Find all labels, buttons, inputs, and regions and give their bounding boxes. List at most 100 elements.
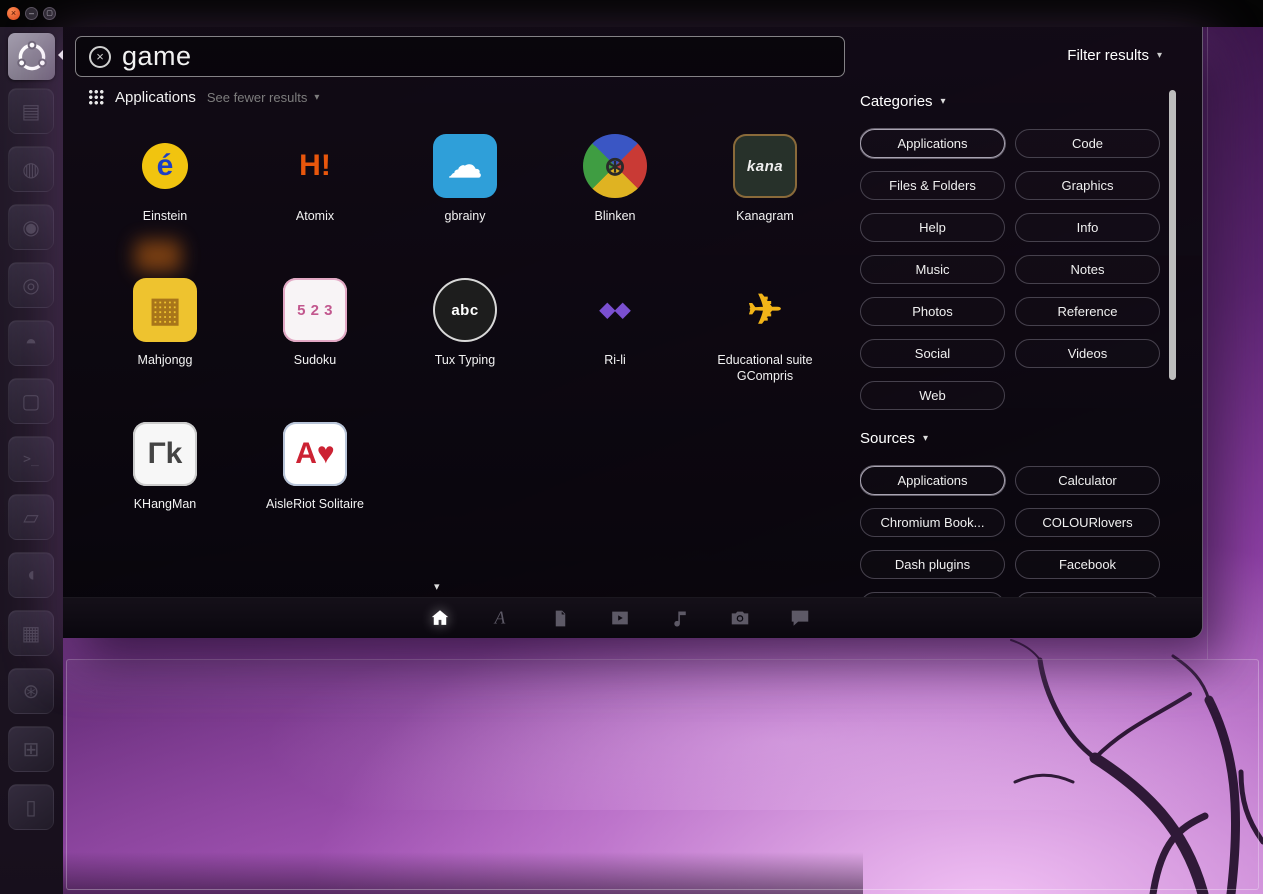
app-label: Einstein [142,209,188,223]
media-player-icon: ◉ [22,216,40,239]
app-label: Tux Typing [434,353,496,367]
launcher-item-voice-chat[interactable]: ◓ [8,320,54,366]
lens-applications[interactable]: A [487,605,513,631]
launcher-items: ▤ ◍ ◉ ◎ ◓ ▢ >_ ▱ ◖ ▦ ⊛ ⊞ ▯ [0,27,63,894]
launcher-item-terminal[interactable]: >_ [8,436,54,482]
categories-header[interactable]: Categories ▾ [860,93,946,110]
category-button-reference[interactable]: Reference [1015,297,1160,326]
search-bar[interactable]: × game [75,36,845,77]
games-icon: ▢ [21,390,41,413]
videos-lens-icon [612,611,628,625]
category-button-help[interactable]: Help [860,213,1005,242]
background-window [66,659,1259,890]
source-button-colourlovers[interactable]: COLOURlovers [1015,508,1160,537]
app-label: Mahjongg [137,353,193,367]
scrollbar[interactable] [1169,90,1176,380]
category-button-videos[interactable]: Videos [1015,339,1160,368]
app-einstein[interactable]: é Einstein [90,122,240,266]
launcher-item-text-editor[interactable]: ▱ [8,494,54,540]
app-khangman[interactable]: Γk KHangMan [90,410,240,554]
launcher-item-music-player[interactable]: ◎ [8,262,54,308]
app-mahjongg[interactable]: ▦ Mahjongg [90,266,240,410]
category-button-graphics[interactable]: Graphics [1015,171,1160,200]
source-button-facebook[interactable]: Facebook [1015,550,1160,579]
text-editor-icon: ▱ [23,506,39,529]
results-section-header: Applications See fewer results ▾ [88,87,319,107]
photos-lens-icon [731,611,749,625]
app-khangman-icon: Γk [133,422,197,486]
music-player-icon: ◎ [22,274,40,297]
home-icon [431,610,449,625]
category-button-files-folders[interactable]: Files & Folders [860,171,1005,200]
applications-lens-icon: A [494,608,506,628]
app-label: Atomix [295,209,335,223]
see-fewer-results-toggle[interactable]: See fewer results ▾ [207,90,319,105]
app-label: gbrainy [444,209,486,223]
social-lens-icon [791,610,809,626]
category-button-code[interactable]: Code [1015,129,1160,158]
app-educational-suite-gcompris[interactable]: ✈ Educational suite GCompris [690,266,840,410]
system-settings-icon: ⊛ [22,680,40,703]
clear-search-icon[interactable]: × [89,45,111,68]
category-button-info[interactable]: Info [1015,213,1160,242]
voice-chat-icon: ◓ [24,331,38,354]
launcher-item-files[interactable]: ▤ [8,88,54,134]
terminal-icon: >_ [23,451,39,467]
launcher-item-games[interactable]: ▢ [8,378,54,424]
app-blinken[interactable]: ⊛ Blinken [540,122,690,266]
app-kanagram[interactable]: kana Kanagram [690,122,840,266]
app-label: AisleRiot Solitaire [266,497,364,511]
app-sudoku-icon: 5 2 3 [283,278,347,342]
lens-music[interactable] [667,605,693,631]
category-button-web[interactable]: Web [860,381,1005,410]
app-label: Educational suite GCompris [717,353,813,384]
lens-photos[interactable] [727,605,753,631]
app-atomix-icon: H! [299,149,331,182]
lens-files[interactable] [547,605,573,631]
close-button[interactable]: × [7,7,20,20]
app-educational-suite-gcompris-icon: ✈ [747,286,783,333]
desktop: × – ▢ ▤ ◍ ◉ ◎ ◓ ▢ >_ ▱ ◖ ▦ ⊛ ⊞ ▯ × game Filter resul… [0,0,1263,894]
launcher-item-trash[interactable]: ▯ [8,784,54,830]
search-input[interactable]: game [122,41,192,72]
app-label: Ri-li [604,353,626,367]
workspace-switcher-icon: ⊞ [22,738,40,761]
see-fewer-results-label: See fewer results [206,89,308,105]
app-ri-li[interactable]: ◆◆ Ri-li [540,266,690,410]
launcher-item-messenger[interactable]: ◖ [8,552,54,598]
chevron-down-icon: ▾ [940,96,946,107]
source-button-applications[interactable]: Applications [860,466,1005,495]
category-button-photos[interactable]: Photos [860,297,1005,326]
app-tux-typing[interactable]: abc Tux Typing [390,266,540,410]
top-panel: × – ▢ [0,0,1263,27]
category-button-notes[interactable]: Notes [1015,255,1160,284]
launcher-item-spreadsheet[interactable]: ▦ [8,610,54,656]
sources-header[interactable]: Sources ▾ [860,430,928,447]
category-button-music[interactable]: Music [860,255,1005,284]
launcher-item-system-settings[interactable]: ⊛ [8,668,54,714]
lens-videos[interactable] [607,605,633,631]
maximize-button[interactable]: ▢ [43,7,56,20]
app-atomix[interactable]: H! Atomix [240,122,390,266]
lens-social[interactable] [787,605,813,631]
launcher-item-browser[interactable]: ◍ [8,146,54,192]
category-button-social[interactable]: Social [860,339,1005,368]
app-mahjongg-icon: ▦ [133,278,197,342]
svg-text:A: A [494,608,506,628]
app-aisleriot-solitaire[interactable]: A♥ AisleRiot Solitaire [240,410,390,554]
source-button-chromium-book[interactable]: Chromium Book... [860,508,1005,537]
app-einstein-icon: é [142,143,188,189]
source-button-dash-plugins[interactable]: Dash plugins [860,550,1005,579]
app-sudoku[interactable]: 5 2 3 Sudoku [240,266,390,410]
category-button-applications[interactable]: Applications [860,129,1005,158]
collapse-arrow-icon[interactable]: ▾ [434,580,440,593]
launcher: ▤ ◍ ◉ ◎ ◓ ▢ >_ ▱ ◖ ▦ ⊛ ⊞ ▯ [0,27,63,894]
source-button-calculator[interactable]: Calculator [1015,466,1160,495]
minimize-button[interactable]: – [25,7,38,20]
app-gbrainy-icon: ☁ [433,134,497,198]
app-gbrainy[interactable]: ☁ gbrainy [390,122,540,266]
launcher-item-media-player[interactable]: ◉ [8,204,54,250]
files-icon: ▤ [21,100,41,123]
lens-home[interactable] [427,605,453,631]
launcher-item-workspace-switcher[interactable]: ⊞ [8,726,54,772]
